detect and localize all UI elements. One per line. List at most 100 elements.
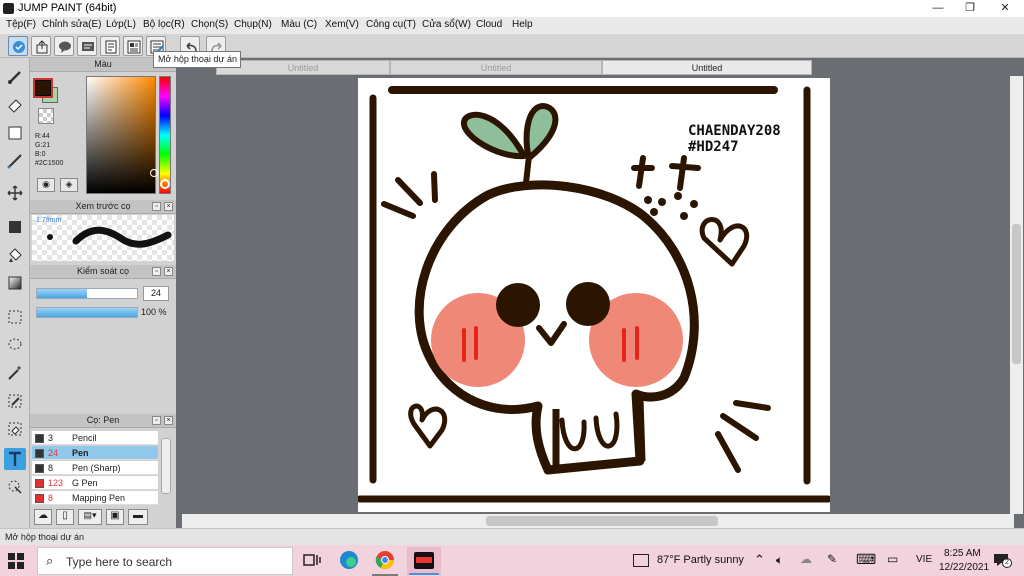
menu-select[interactable]: Chọn(S)	[191, 19, 228, 30]
detach-icon[interactable]: ▫	[152, 202, 161, 211]
brush-color-swatch	[35, 449, 44, 458]
brush-list-item[interactable]: 24 Pen	[32, 446, 158, 460]
color-wheel-button[interactable]: ◉	[37, 178, 55, 192]
start-button[interactable]	[8, 553, 24, 569]
fill-rect-tool[interactable]	[4, 216, 26, 238]
restore-button[interactable]: ❐	[953, 0, 987, 17]
brush-opacity-fill	[37, 308, 137, 317]
brush-cloud-button[interactable]: ☁	[34, 509, 52, 525]
close-panel-icon[interactable]: ×	[164, 267, 173, 276]
select-rect-tool[interactable]	[4, 306, 26, 328]
brush-menu-button[interactable]: ▤▾	[78, 509, 102, 525]
menu-filter[interactable]: Bộ lọc(R)	[143, 19, 185, 30]
transparent-color-swatch[interactable]	[38, 108, 54, 124]
magic-wand-tool[interactable]	[4, 362, 26, 384]
menu-view[interactable]: Xem(V)	[325, 19, 359, 30]
speaker-icon[interactable]: 🔈︎	[776, 553, 783, 568]
brush-list-item[interactable]: 123 G Pen	[32, 476, 158, 490]
close-button[interactable]: ✕	[988, 0, 1022, 17]
hue-handle[interactable]	[160, 179, 170, 189]
clock-time[interactable]: 8:25 AM	[944, 548, 981, 559]
menu-file[interactable]: Tệp(F)	[6, 19, 36, 30]
rectangle-tool[interactable]	[4, 122, 26, 144]
tool-palette	[0, 58, 30, 528]
comment-button[interactable]	[54, 36, 74, 56]
jump-paint-app[interactable]	[407, 547, 441, 575]
brush-list-item[interactable]: 3 Pencil	[32, 431, 158, 445]
menu-cloud[interactable]: Cloud	[476, 19, 502, 30]
export-button[interactable]	[31, 36, 51, 56]
lasso-tool[interactable]	[4, 334, 26, 356]
onedrive-icon[interactable]: ☁	[800, 552, 812, 566]
cursor-select-icon	[8, 480, 22, 494]
close-panel-icon[interactable]: ×	[164, 416, 173, 425]
brush-settings-button[interactable]: ▣	[106, 509, 124, 525]
weather-widget-icon[interactable]	[633, 554, 649, 567]
swatches-icon: ◈	[65, 179, 73, 189]
brush-opacity-value: 100 %	[141, 307, 167, 317]
horizontal-scrollbar[interactable]	[182, 514, 1014, 528]
document-tab-2[interactable]: Untitled	[390, 60, 602, 75]
brush-list-title: Cọ: Pen	[86, 415, 120, 425]
menu-tools[interactable]: Công cụ(T)	[366, 19, 416, 30]
notification-button[interactable]: 2	[993, 552, 1012, 568]
detach-icon[interactable]: ▫	[152, 267, 161, 276]
brush-folder-button[interactable]: ▬	[128, 509, 148, 525]
cloud-save-button[interactable]	[8, 36, 28, 56]
weather-text[interactable]: 87°F Partly sunny	[657, 554, 744, 566]
display-icon[interactable]: ▭	[887, 552, 898, 566]
brush-size-input[interactable]: 24	[143, 286, 169, 301]
app-icon	[3, 3, 14, 14]
vertical-scrollbar[interactable]	[1010, 76, 1023, 514]
select-pen-tool[interactable]	[4, 390, 26, 412]
saturation-value-picker[interactable]	[86, 76, 156, 194]
menu-help[interactable]: Help	[512, 19, 533, 30]
clock-date[interactable]: 12/22/2021	[939, 562, 989, 573]
drawing-canvas[interactable]: CHAENDAY208 #HD247	[358, 78, 830, 512]
hue-slider[interactable]	[159, 76, 171, 194]
cloud-check-icon	[13, 41, 25, 53]
vertical-scroll-thumb[interactable]	[1012, 224, 1021, 364]
layout-button[interactable]	[123, 36, 143, 56]
menu-layer[interactable]: Lớp(L)	[106, 19, 136, 30]
brush-list-scrollbar[interactable]	[161, 438, 171, 494]
pen-icon[interactable]: ✎	[827, 552, 837, 566]
edge-app[interactable]	[339, 550, 359, 570]
brush-list-item[interactable]: 8 Pen (Sharp)	[32, 461, 158, 475]
operation-tool[interactable]	[4, 476, 26, 498]
brush-opacity-slider[interactable]	[36, 307, 138, 318]
new-brush-button[interactable]: ▯	[56, 509, 74, 525]
menu-capture[interactable]: Chụp(N)	[234, 19, 272, 30]
document-tab-3[interactable]: Untitled	[602, 60, 812, 75]
close-panel-icon[interactable]: ×	[164, 202, 173, 211]
foreground-color-swatch[interactable]	[33, 78, 53, 98]
eraser-tool[interactable]	[4, 94, 26, 116]
menu-window[interactable]: Cửa sổ(W)	[422, 19, 471, 30]
bucket-tool[interactable]	[4, 244, 26, 266]
color-history-button[interactable]: ◈	[60, 178, 78, 192]
search-input[interactable]: ⌕ Type here to search	[37, 547, 293, 575]
detach-icon[interactable]: ▫	[152, 416, 161, 425]
document-tab-1[interactable]: Untitled	[216, 60, 390, 75]
chrome-app[interactable]	[375, 550, 395, 570]
select-eraser-tool[interactable]	[4, 418, 26, 440]
move-tool[interactable]	[4, 182, 26, 204]
brush-tool[interactable]	[4, 66, 26, 88]
line-tool[interactable]	[4, 150, 26, 172]
message-button[interactable]	[77, 36, 97, 56]
title-bar: JUMP PAINT (64bit) — ❐ ✕	[0, 0, 1024, 17]
document-button[interactable]	[100, 36, 120, 56]
language-indicator[interactable]: VIE	[916, 554, 932, 565]
brush-list-item[interactable]: 8 Mapping Pen	[32, 491, 158, 505]
brush-size-slider[interactable]	[36, 288, 138, 299]
minimize-button[interactable]: —	[921, 0, 955, 17]
gradient-tool[interactable]	[4, 272, 26, 294]
menu-edit[interactable]: Chỉnh sửa(E)	[42, 19, 102, 30]
horizontal-scroll-thumb[interactable]	[486, 516, 718, 526]
keyboard-icon[interactable]: ⌨	[856, 551, 876, 568]
chevron-up-icon[interactable]: ⌃	[754, 552, 765, 568]
text-tool[interactable]	[4, 448, 26, 470]
menu-color[interactable]: Màu (C)	[281, 19, 317, 30]
color-picker-handle[interactable]	[150, 169, 158, 177]
task-view-button[interactable]	[303, 552, 321, 568]
